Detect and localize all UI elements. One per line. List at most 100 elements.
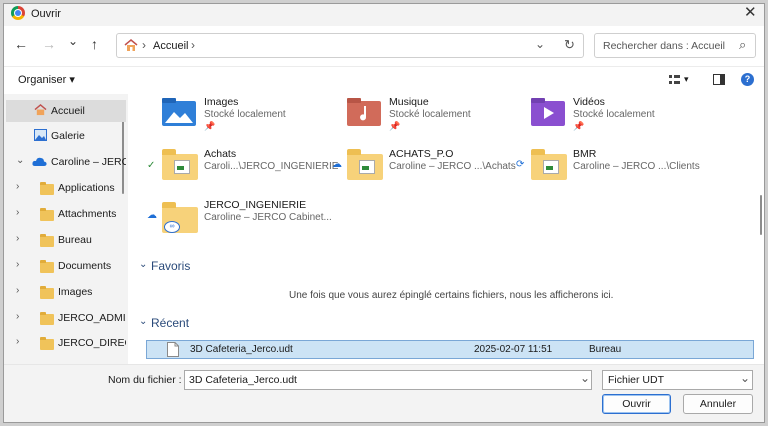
cloud-icon bbox=[32, 157, 47, 166]
sidebar-item-jerco-admin[interactable]: › JERCO_ADMIN bbox=[6, 307, 126, 329]
chevron-down-icon[interactable]: ⌄ bbox=[740, 371, 750, 385]
sidebar-item-applications[interactable]: › Applications bbox=[6, 177, 126, 199]
chevron-right-icon[interactable]: › bbox=[16, 181, 19, 192]
folder-icon bbox=[162, 149, 198, 180]
chevron-down-icon[interactable]: ⌄ bbox=[139, 259, 147, 270]
sidebar-item-documents[interactable]: › Documents bbox=[6, 255, 126, 277]
tile-name: Images bbox=[204, 96, 239, 108]
address-dropdown-icon[interactable]: ⌄ bbox=[535, 37, 545, 51]
tile-jerco-ingenierie[interactable]: ∞ JERCO_INGENIERIE Caroline – JERCO Cabi… bbox=[162, 199, 347, 243]
pin-icon: 📌 bbox=[573, 121, 585, 131]
up-button[interactable]: ↑ bbox=[91, 36, 98, 52]
sidebar-item-label: Images bbox=[58, 286, 93, 298]
tile-name: Achats bbox=[204, 148, 237, 160]
chevron-down-icon[interactable]: ⌄ bbox=[139, 316, 147, 327]
sidebar-item-jerco-direct[interactable]: › JERCO_DIRECT bbox=[6, 332, 126, 354]
tile-location: Stocké localement bbox=[204, 109, 286, 120]
tile-videos[interactable]: Vidéos Stocké localement 📌 bbox=[531, 96, 716, 140]
tile-achats[interactable]: Achats Caroli...\JERCO_INGENIERIE bbox=[162, 148, 347, 192]
chevron-down-icon[interactable]: ⌄ bbox=[16, 155, 24, 166]
title-bar bbox=[4, 4, 764, 26]
tile-name: BMR bbox=[573, 148, 597, 160]
breadcrumb-accueil[interactable]: Accueil bbox=[153, 40, 188, 52]
filetype-value: Fichier UDT bbox=[608, 374, 665, 386]
cloud-status-icon: ☁ bbox=[147, 210, 157, 221]
breadcrumb-separator: › bbox=[142, 38, 146, 52]
content-scrollbar[interactable] bbox=[760, 195, 762, 235]
cancel-button[interactable]: Annuler bbox=[683, 394, 753, 414]
view-dropdown-icon[interactable]: ▾ bbox=[684, 74, 689, 85]
chevron-right-icon[interactable]: › bbox=[16, 207, 19, 218]
tile-name: JERCO_INGENIERIE bbox=[204, 199, 307, 211]
tile-location: Caroline – JERCO ...\Achats bbox=[389, 161, 516, 172]
videos-folder-icon bbox=[531, 98, 565, 126]
chevron-right-icon[interactable]: › bbox=[16, 336, 19, 347]
sidebar-item-images[interactable]: › Images bbox=[6, 281, 126, 303]
shared-folder-icon bbox=[40, 312, 54, 325]
chevron-right-icon[interactable]: › bbox=[16, 233, 19, 244]
folder-icon bbox=[40, 260, 54, 273]
link-icon: ∞ bbox=[164, 221, 180, 233]
search-icon[interactable]: ⌕ bbox=[739, 37, 746, 53]
tile-achats-po[interactable]: ACHATS_P.O Caroline – JERCO ...\Achats bbox=[347, 148, 532, 192]
tile-name: Musique bbox=[389, 96, 429, 108]
toolbar-divider bbox=[4, 66, 764, 67]
tile-location: Caroline – JERCO ...\Clients bbox=[573, 161, 700, 172]
recent-file-name: 3D Cafeteria_Jerco.udt bbox=[190, 344, 293, 355]
tile-location: Stocké localement bbox=[573, 109, 655, 120]
sidebar-item-accueil[interactable]: Accueil bbox=[6, 100, 126, 122]
forward-button[interactable]: → bbox=[42, 36, 56, 52]
chevron-down-icon[interactable]: ⌄ bbox=[580, 371, 590, 385]
view-options-icon[interactable] bbox=[669, 75, 680, 85]
breadcrumb-separator[interactable]: › bbox=[191, 38, 195, 52]
preview-pane-icon[interactable] bbox=[713, 74, 725, 85]
home-icon bbox=[124, 39, 138, 51]
section-recent[interactable]: Récent bbox=[151, 316, 189, 330]
section-favoris[interactable]: Favoris bbox=[151, 259, 190, 273]
close-button[interactable]: ✕ bbox=[744, 4, 757, 21]
refresh-icon[interactable]: ↻ bbox=[564, 37, 575, 53]
sync-pending-icon: ⟳ bbox=[516, 159, 525, 170]
tile-name: ACHATS_P.O bbox=[389, 148, 454, 160]
chevron-right-icon[interactable]: › bbox=[16, 285, 19, 296]
pin-icon: 📌 bbox=[204, 121, 216, 131]
table-row[interactable]: 3D Cafeteria_Jerco.udt 2025-02-07 11:51 … bbox=[146, 340, 754, 359]
open-button[interactable]: Ouvrir bbox=[602, 394, 671, 414]
sidebar-item-attachments[interactable]: › Attachments bbox=[6, 203, 126, 225]
sidebar-item-label: Bureau bbox=[58, 234, 92, 246]
help-icon[interactable]: ? bbox=[741, 73, 754, 86]
back-button[interactable]: ← bbox=[14, 36, 28, 52]
chevron-right-icon[interactable]: › bbox=[16, 311, 19, 322]
tile-musique[interactable]: Musique Stocké localement 📌 bbox=[347, 96, 532, 140]
sidebar-item-onedrive[interactable]: ⌄ Caroline – JERCO bbox=[6, 151, 126, 173]
recent-file-location: Bureau bbox=[589, 344, 622, 355]
chrome-icon bbox=[11, 6, 25, 20]
tile-bmr[interactable]: BMR Caroline – JERCO ...\Clients bbox=[531, 148, 716, 192]
sidebar-item-label: Galerie bbox=[51, 130, 85, 142]
gallery-icon bbox=[34, 129, 47, 141]
sidebar-item-label: JERCO_DIRECT bbox=[58, 337, 126, 349]
home-icon bbox=[34, 104, 47, 116]
chevron-right-icon[interactable]: › bbox=[16, 259, 19, 270]
folder-icon bbox=[40, 182, 54, 195]
synced-icon: ✓ bbox=[147, 160, 156, 171]
sidebar-item-label: JERCO_ADMIN bbox=[58, 312, 126, 324]
search-box[interactable]: Rechercher dans : Accueil ⌕ bbox=[594, 33, 756, 58]
address-bar[interactable]: › Accueil › ⌄ ↻ bbox=[116, 33, 584, 58]
favoris-empty-message: Une fois que vous aurez épinglé certains… bbox=[289, 290, 614, 301]
organiser-button[interactable]: Organiser ▾ bbox=[18, 73, 75, 86]
folder-icon bbox=[40, 208, 54, 221]
window-title: Ouvrir bbox=[31, 8, 61, 20]
filetype-select[interactable]: Fichier UDT ⌄ bbox=[602, 370, 753, 390]
sidebar-item-galerie[interactable]: Galerie bbox=[6, 125, 126, 147]
recent-locations-button[interactable]: ⌄ bbox=[68, 34, 78, 48]
shared-folder-icon bbox=[40, 337, 54, 350]
folder-icon bbox=[347, 149, 383, 180]
sidebar-item-bureau[interactable]: › Bureau bbox=[6, 229, 126, 251]
filename-field[interactable]: 3D Cafeteria_Jerco.udt ⌄ bbox=[184, 370, 592, 390]
music-folder-icon bbox=[347, 98, 381, 126]
tile-images[interactable]: Images Stocké localement 📌 bbox=[162, 96, 347, 140]
tile-location: Caroli...\JERCO_INGENIERIE bbox=[204, 161, 339, 172]
sidebar-item-label: Documents bbox=[58, 260, 112, 272]
tile-location: Caroline – JERCO Cabinet... bbox=[204, 212, 332, 223]
